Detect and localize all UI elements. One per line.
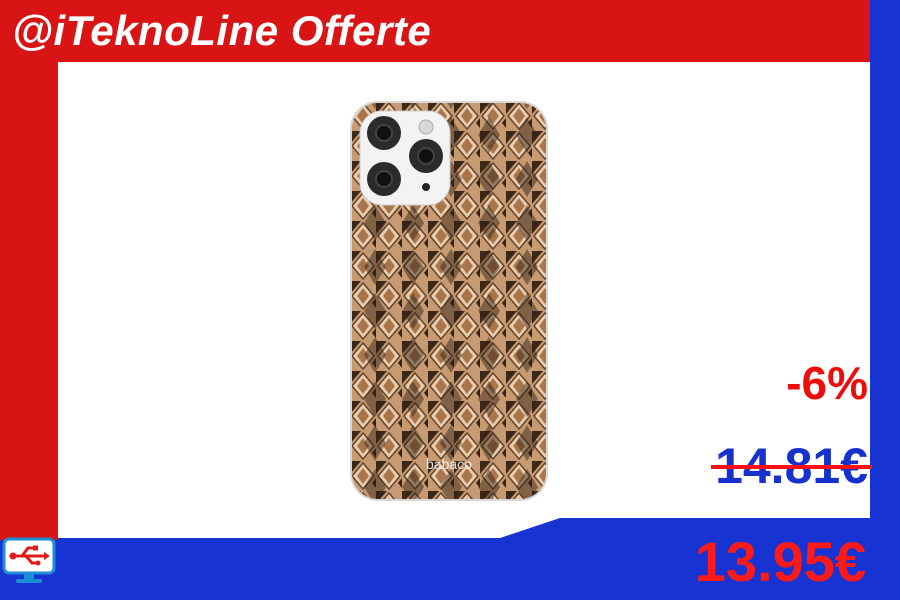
right-blue-band [870,0,900,600]
banner-frame: @iTeknoLine Offerte babaco -6% 14.81€ 13… [0,0,900,600]
page-title: @iTeknoLine Offerte [12,7,432,54]
case-brand-logo: babaco [426,456,472,472]
old-price: 14.81€ [711,436,872,496]
usb-icon [2,537,56,583]
left-red-band [0,0,58,540]
new-price: 13.95€ [694,530,866,593]
strikethrough-line [711,465,872,469]
product-image: babaco [350,101,548,501]
discount-badge: -6% [786,357,868,409]
